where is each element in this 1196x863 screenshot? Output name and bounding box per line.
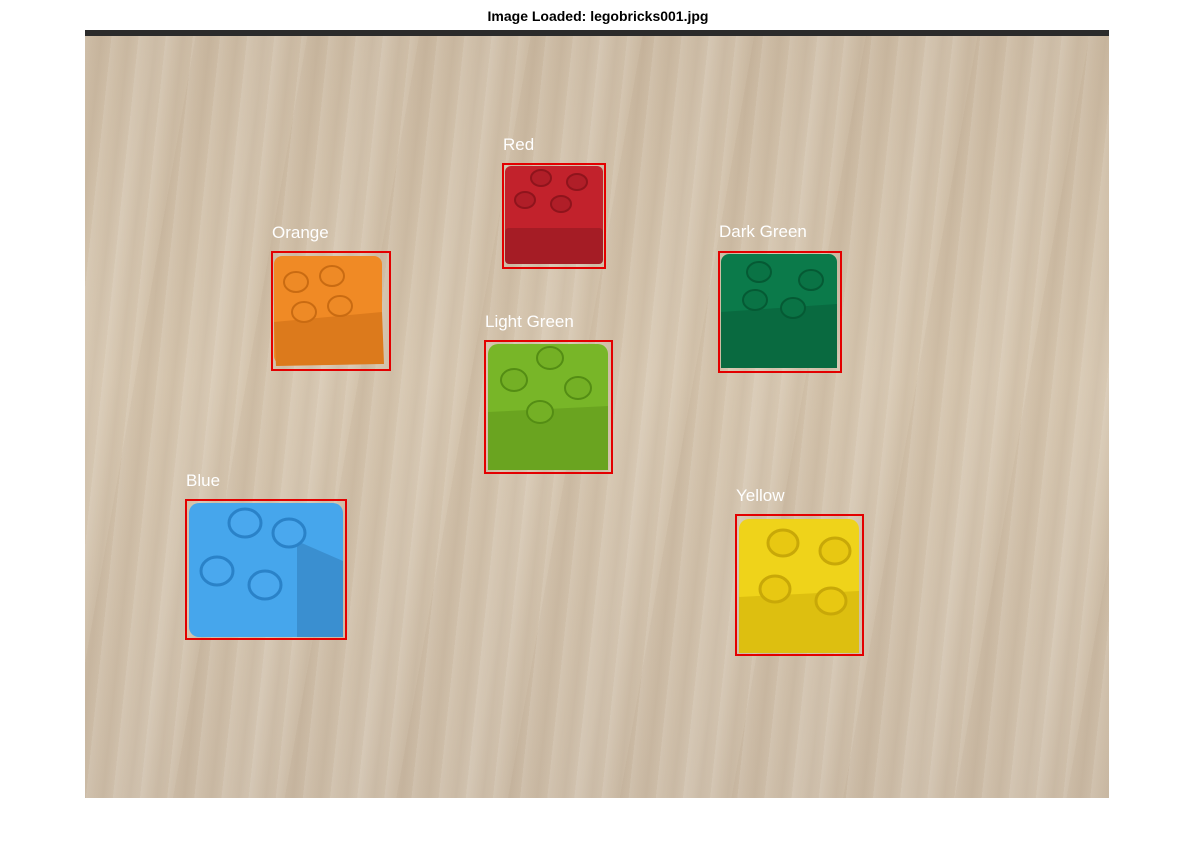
label-dark-green: Dark Green bbox=[719, 222, 807, 241]
label-yellow: Yellow bbox=[736, 486, 785, 505]
bbox-light-green[interactable] bbox=[484, 340, 613, 474]
image-top-edge bbox=[85, 30, 1109, 36]
bbox-yellow[interactable] bbox=[735, 514, 864, 656]
figure-title: Image Loaded: legobricks001.jpg bbox=[487, 8, 709, 24]
label-orange: Orange bbox=[272, 223, 329, 242]
image-axes[interactable]: Red Orange Dark Green Light Green Blue Y… bbox=[85, 30, 1109, 798]
label-red: Red bbox=[503, 135, 535, 154]
label-blue: Blue bbox=[186, 471, 221, 490]
bbox-blue[interactable] bbox=[185, 499, 347, 640]
bbox-dark-green[interactable] bbox=[718, 251, 842, 373]
label-light-green: Light Green bbox=[485, 312, 574, 331]
bbox-red[interactable] bbox=[502, 163, 606, 269]
bbox-orange[interactable] bbox=[271, 251, 391, 371]
